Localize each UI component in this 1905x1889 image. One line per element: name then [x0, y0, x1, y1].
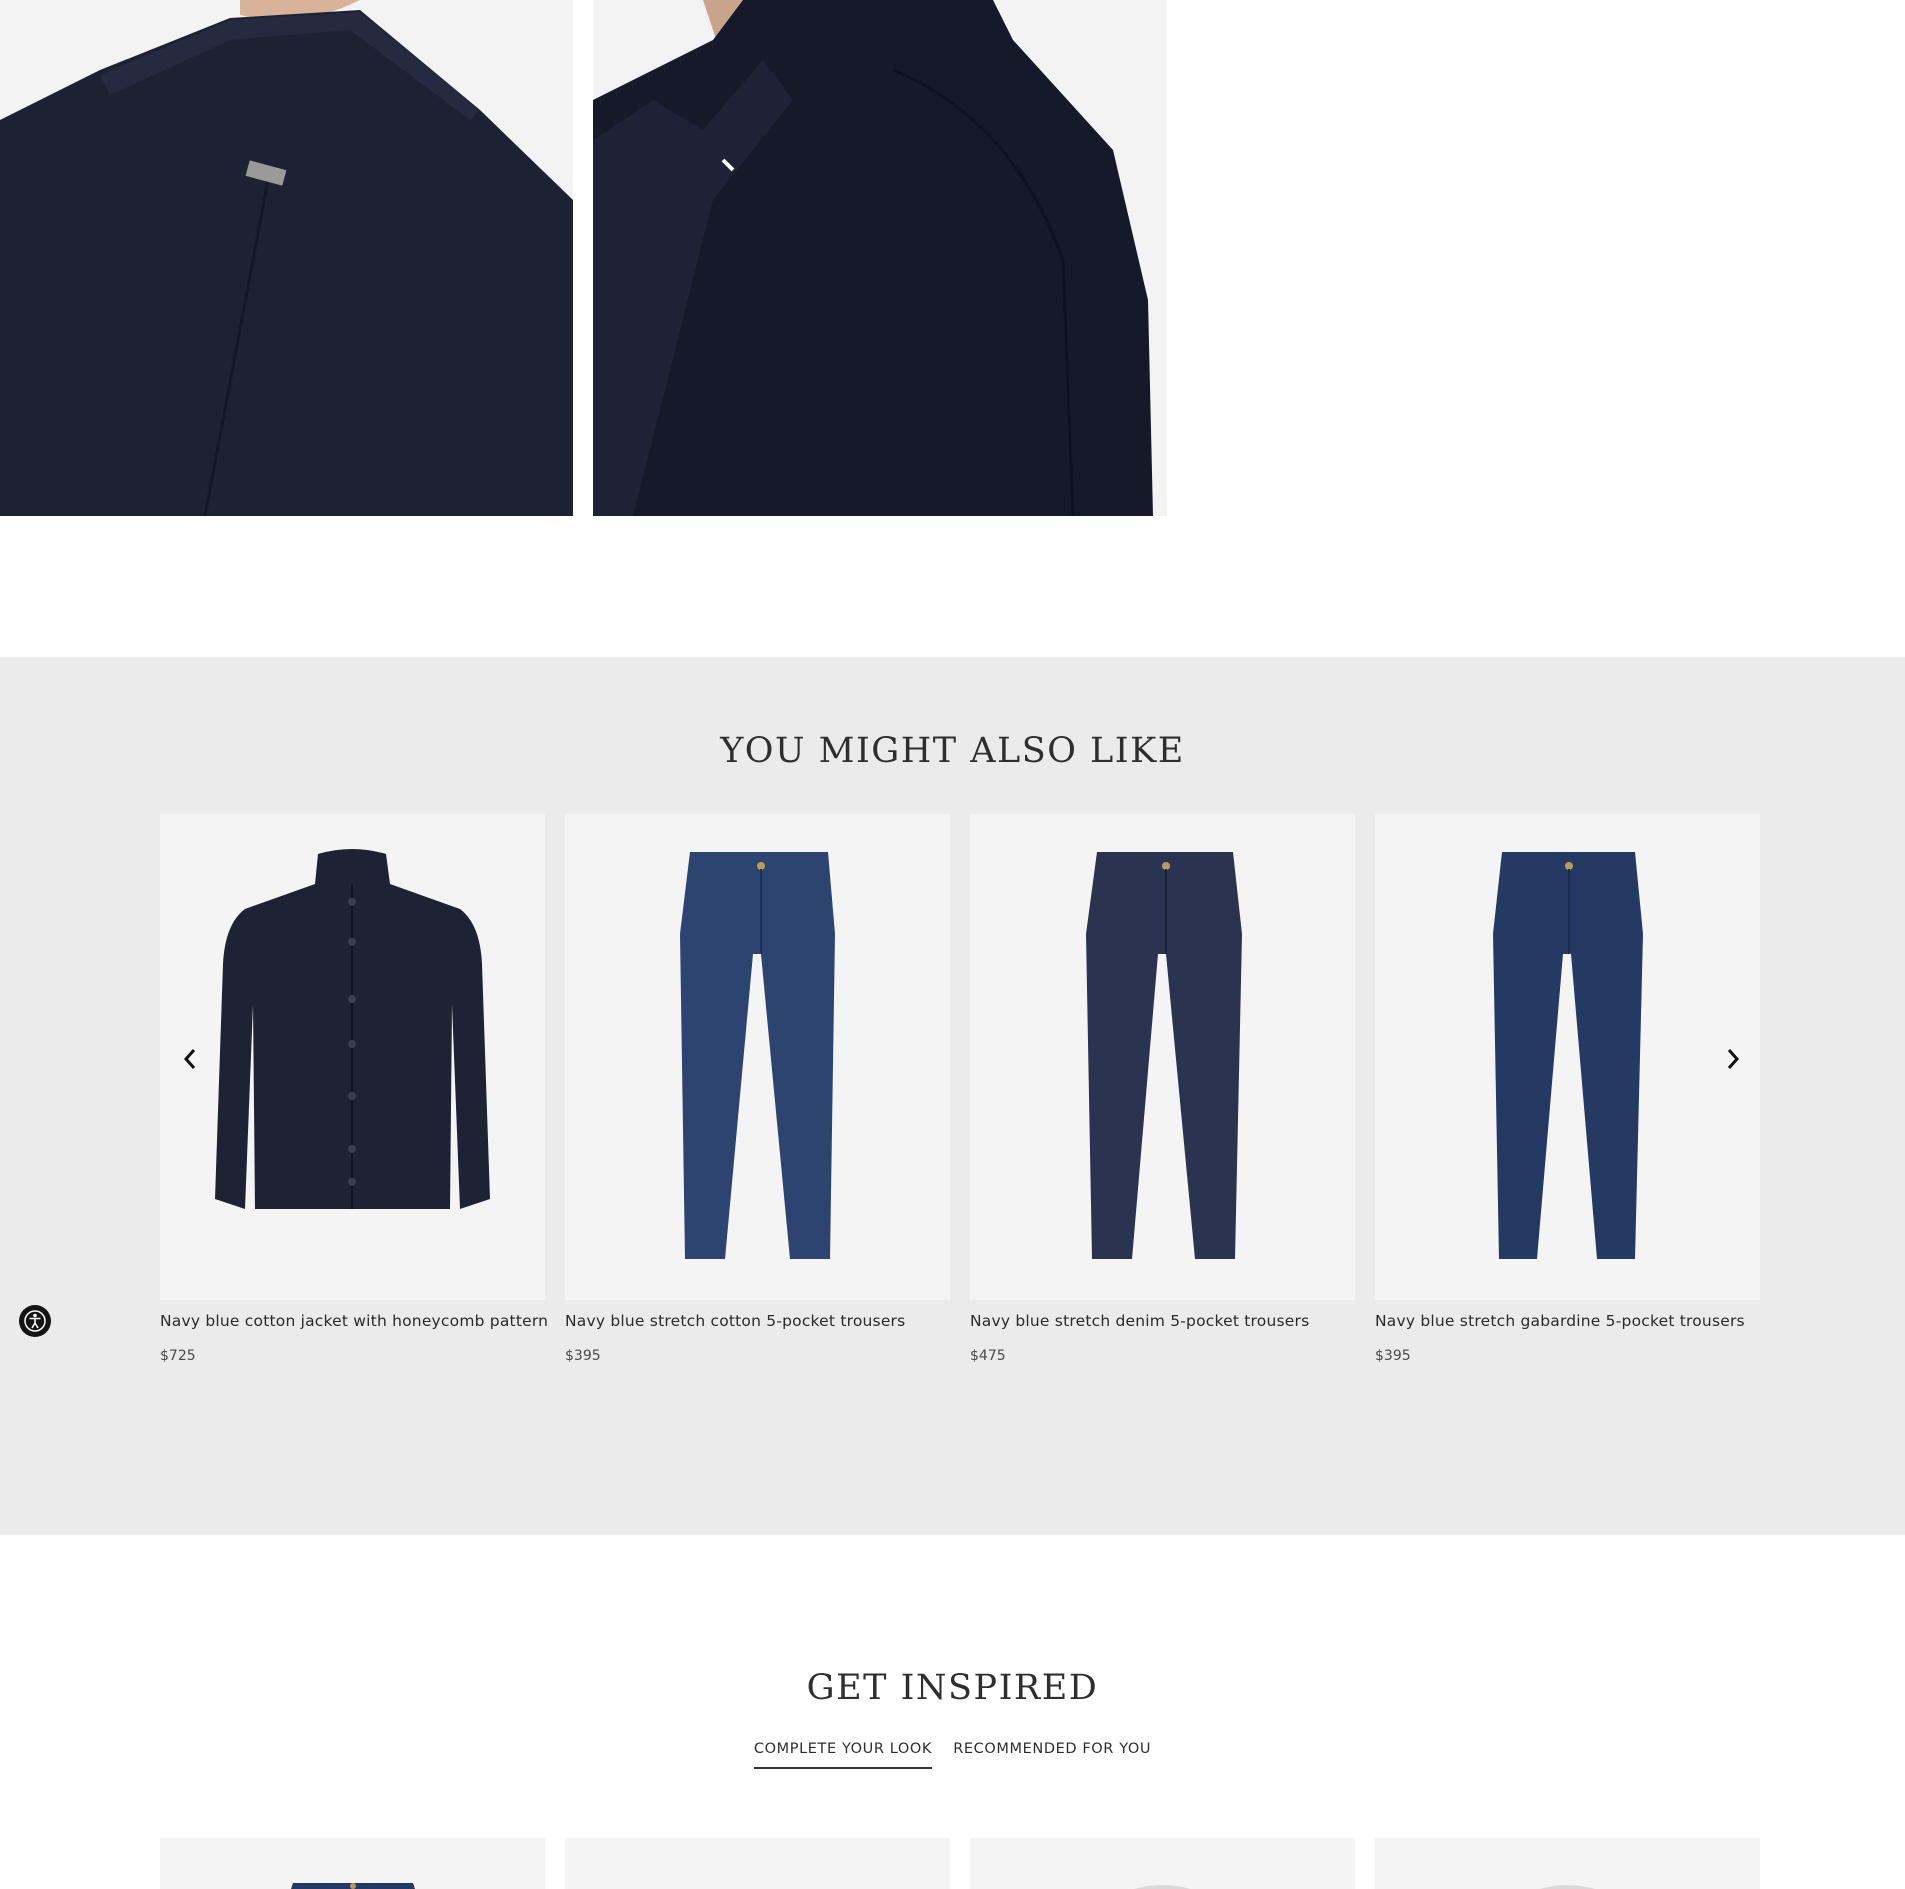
- accessibility-button[interactable]: [19, 1305, 51, 1337]
- product-card[interactable]: Navy blue stretch gabardine 5-pocket tro…: [1375, 814, 1760, 1364]
- tab-recommended-for-you[interactable]: RECOMMENDED FOR YOU: [953, 1741, 1151, 1767]
- product-image[interactable]: [1375, 814, 1760, 1300]
- product-name[interactable]: Navy blue cotton jacket with honeycomb p…: [160, 1312, 548, 1330]
- product-price: $475: [970, 1348, 1006, 1364]
- carousel-next-button[interactable]: [1713, 1039, 1753, 1079]
- knit-jacket-image: [160, 814, 545, 1300]
- recommendations-section: YOU MIGHT ALSO LIKE Navy blue cotton jac…: [0, 657, 1905, 1535]
- inspired-product-image: [291, 1883, 415, 1889]
- gabardine-trousers-image: [1375, 814, 1760, 1300]
- denim-trousers-image: [970, 814, 1355, 1300]
- inspired-card[interactable]: [1375, 1838, 1760, 1889]
- chevron-right-icon: [1727, 1049, 1740, 1069]
- product-card[interactable]: Navy blue stretch denim 5-pocket trouser…: [970, 814, 1355, 1364]
- jacket-back-photo: [0, 0, 573, 516]
- product-price: $395: [565, 1348, 601, 1364]
- product-image[interactable]: [970, 814, 1355, 1300]
- product-card[interactable]: Navy blue stretch cotton 5-pocket trouse…: [565, 814, 950, 1364]
- inspired-title: GET INSPIRED: [806, 1668, 1099, 1708]
- product-price: $395: [1375, 1348, 1411, 1364]
- section-title: YOU MIGHT ALSO LIKE: [720, 731, 1185, 771]
- product-price: $725: [160, 1348, 196, 1364]
- inspired-card[interactable]: [970, 1838, 1355, 1889]
- tab-complete-your-look[interactable]: COMPLETE YOUR LOOK: [753, 1741, 933, 1769]
- carousel-prev-button[interactable]: [170, 1039, 210, 1079]
- jacket-side-photo: [593, 0, 1167, 516]
- product-name[interactable]: Navy blue stretch cotton 5-pocket trouse…: [565, 1312, 950, 1330]
- chevron-left-icon: [183, 1049, 196, 1069]
- product-name[interactable]: Navy blue stretch gabardine 5-pocket tro…: [1375, 1312, 1760, 1330]
- product-card[interactable]: Navy blue cotton jacket with honeycomb p…: [160, 814, 548, 1364]
- inspired-card[interactable]: [160, 1838, 545, 1889]
- trousers-image: [565, 814, 950, 1300]
- product-image[interactable]: [160, 814, 545, 1300]
- accessibility-icon: [24, 1310, 46, 1332]
- product-name[interactable]: Navy blue stretch denim 5-pocket trouser…: [970, 1312, 1355, 1330]
- inspired-tabs: COMPLETE YOUR LOOK RECOMMENDED FOR YOU: [0, 1741, 1905, 1769]
- inspired-product-image: [1540, 1885, 1595, 1889]
- inspired-product-image: [1135, 1885, 1190, 1889]
- inspired-card[interactable]: [565, 1838, 950, 1889]
- gallery-image-back[interactable]: [0, 0, 573, 516]
- product-image[interactable]: [565, 814, 950, 1300]
- gallery-image-side[interactable]: [593, 0, 1167, 516]
